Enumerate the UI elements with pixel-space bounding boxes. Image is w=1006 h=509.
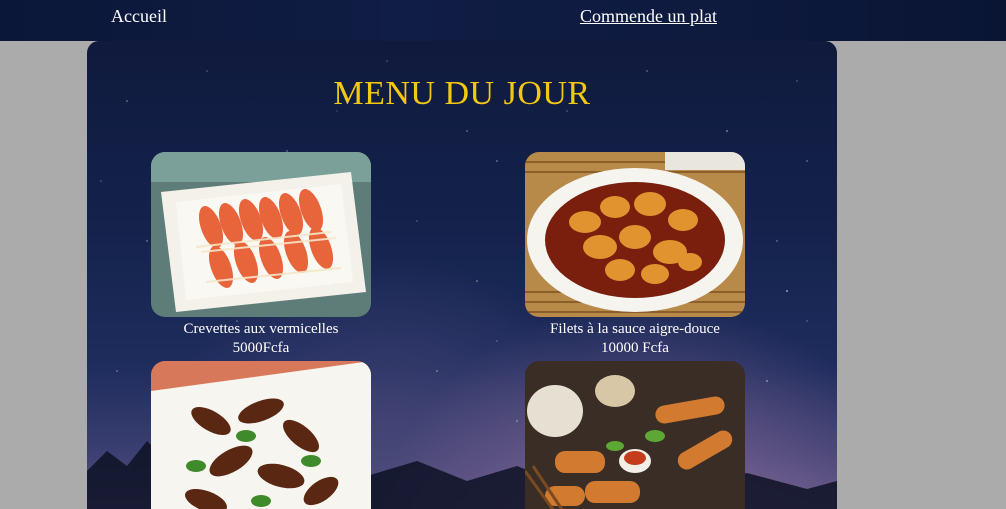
menu-panel: MENU DU JOUR Crevettes aux vermicelles 5… — [87, 41, 837, 509]
spring-rolls-photo — [525, 361, 745, 509]
eggplant-stirfry-photo — [151, 361, 371, 509]
menu-title-text: MENU DU JOUR — [333, 75, 591, 112]
nav-order-dish-link[interactable]: Commende un plat — [580, 6, 717, 27]
sweet-sour-fillets-photo — [525, 152, 745, 317]
menu-title: MENU DU JOUR — [87, 75, 837, 113]
dish-price: 10000 Fcfa — [601, 340, 669, 356]
dish-card[interactable]: Crevettes aux vermicelles 5000Fcfa — [151, 152, 371, 358]
top-navigation-bar: Accueil Commende un plat — [0, 0, 1006, 41]
dish-price: 5000Fcfa — [232, 340, 290, 356]
dish-card[interactable] — [525, 361, 745, 509]
dish-card[interactable] — [151, 361, 371, 509]
nav-home-link[interactable]: Accueil — [111, 6, 167, 27]
dish-name: Crevettes aux vermicelles — [183, 321, 339, 337]
dish-card[interactable]: Filets à la sauce aigre-douce 10000 Fcfa — [525, 152, 745, 358]
dish-name: Filets à la sauce aigre-douce — [550, 321, 720, 337]
shrimp-vermicelli-photo — [151, 152, 371, 317]
